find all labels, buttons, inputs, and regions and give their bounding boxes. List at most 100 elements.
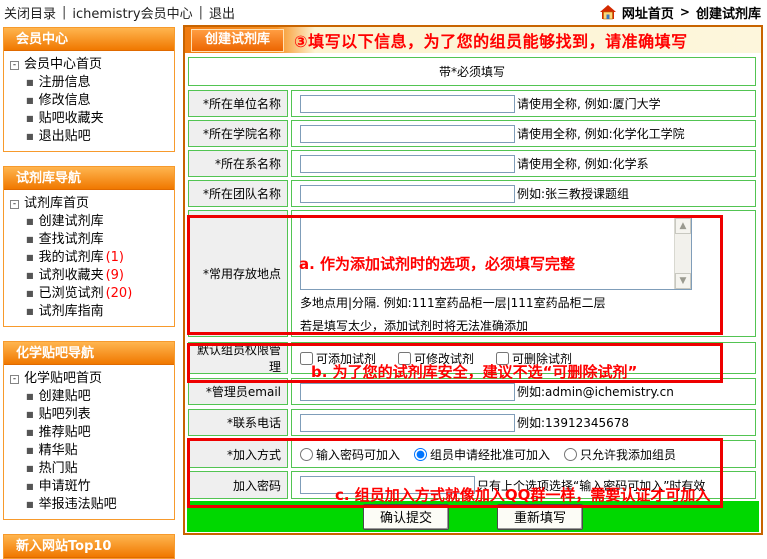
join-by-approval-radio[interactable] [414, 448, 427, 461]
join-by-password-option[interactable]: 输入密码可加入 [300, 446, 400, 463]
separator: | [199, 5, 203, 20]
sidebar-item-label: 申请斑竹 [39, 478, 91, 496]
admin-email-row: *管理员email 例如:admin@ichemistry.cn [188, 378, 756, 405]
join-by-owner-radio[interactable] [564, 448, 577, 461]
sidebar-panel-member: 会员中心 - 会员中心首页 ■ 注册信息 ■ 修改信息 ■ 贴吧收藏夹 ■ 退出… [3, 27, 175, 152]
required-note: 带*必须填写 [188, 57, 756, 86]
storage-location-textarea[interactable]: ▲ ▼ [300, 217, 692, 290]
admin-email-input[interactable] [300, 383, 515, 401]
join-by-password-radio[interactable] [300, 448, 313, 461]
bullet-icon: ■ [26, 74, 34, 92]
sidebar-item-tieba-favorites[interactable]: ■ 贴吧收藏夹 [10, 110, 172, 128]
team-name-input[interactable] [300, 185, 515, 203]
collapse-icon[interactable]: - [10, 375, 19, 384]
college-name-label: *所在学院名称 [188, 120, 288, 147]
submit-button[interactable]: 确认提交 [363, 504, 449, 530]
close-directory-link[interactable]: 关闭目录 [4, 3, 56, 22]
bullet-icon: ■ [26, 231, 34, 249]
sidebar-item-label: 创建试剂库 [39, 213, 104, 231]
join-method-row: *加入方式 输入密码可加入 组员申请经批准可加入 只允许我添加组员 [188, 440, 756, 468]
top-bar: 关闭目录 | ichemistry会员中心 | 退出 网址首页 > 创建试剂库 [0, 0, 767, 24]
bullet-icon: ■ [26, 285, 34, 303]
perm-modify-option[interactable]: 可修改试剂 [398, 350, 474, 367]
join-password-label: 加入密码 [188, 471, 288, 499]
sidebar-panel-reagent-nav: 试剂库导航 - 试剂库首页 ■ 创建试剂库 ■ 查找试剂库 ■ 我的试剂库 (1… [3, 166, 175, 327]
perm-add-checkbox[interactable] [300, 352, 313, 365]
bullet-icon: ■ [26, 442, 34, 460]
sidebar-item-reagent-home[interactable]: - 试剂库首页 [10, 195, 172, 213]
textarea-scrollbar[interactable]: ▲ ▼ [674, 218, 691, 289]
sidebar-panel-title: 新入网站Top10 [4, 535, 174, 558]
sidebar-item-apply-moderator[interactable]: ■ 申请斑竹 [10, 478, 172, 496]
phone-input[interactable] [300, 414, 515, 432]
reset-button[interactable]: 重新填写 [497, 504, 583, 530]
home-icon [600, 5, 616, 20]
bullet-icon: ■ [26, 406, 34, 424]
unit-name-input[interactable] [300, 95, 515, 113]
sidebar-panel-tieba-nav: 化学贴吧导航 - 化学贴吧首页 ■ 创建贴吧 ■ 贴吧列表 ■ 推荐贴吧 ■ 精… [3, 341, 175, 520]
sidebar-item-create-reagent-lib[interactable]: ■ 创建试剂库 [10, 213, 172, 231]
breadcrumb-home-link[interactable]: 网址首页 [622, 3, 674, 22]
tutorial-notice: ③填写以下信息，为了您的组员能够找到，请准确填写 [294, 28, 688, 52]
join-by-owner-option[interactable]: 只允许我添加组员 [564, 446, 676, 463]
collapse-icon[interactable]: - [10, 200, 19, 209]
join-password-hint: 只有上个选项选择“输入密码可加入”时有效 [477, 477, 705, 494]
perm-delete-checkbox[interactable] [496, 352, 509, 365]
perm-delete-option[interactable]: 可删除试剂 [496, 350, 572, 367]
phone-label: *联系电话 [188, 409, 288, 436]
logout-link[interactable]: 退出 [209, 3, 235, 22]
join-password-input[interactable] [300, 476, 475, 494]
unit-name-row: *所在单位名称 请使用全称, 例如:厦门大学 [188, 90, 756, 117]
perm-delete-label: 可删除试剂 [512, 350, 572, 367]
sidebar-item-register-info[interactable]: ■ 注册信息 [10, 74, 172, 92]
join-by-owner-label: 只允许我添加组员 [580, 446, 676, 463]
bullet-icon: ■ [26, 128, 34, 146]
bullet-icon: ■ [26, 460, 34, 478]
member-center-link[interactable]: ichemistry会员中心 [72, 3, 192, 22]
storage-location-label: *常用存放地点 [188, 210, 288, 337]
join-by-approval-option[interactable]: 组员申请经批准可加入 [414, 446, 550, 463]
sidebar-item-reagent-favorites[interactable]: ■ 试剂收藏夹 (9) [10, 267, 172, 285]
sidebar-item-tieba-list[interactable]: ■ 贴吧列表 [10, 406, 172, 424]
sidebar-item-label: 举报违法贴吧 [39, 496, 117, 514]
bullet-icon: ■ [26, 388, 34, 406]
sidebar-item-exit-tieba[interactable]: ■ 退出贴吧 [10, 128, 172, 146]
sidebar-item-recommended-tieba[interactable]: ■ 推荐贴吧 [10, 424, 172, 442]
sidebar-item-modify-info[interactable]: ■ 修改信息 [10, 92, 172, 110]
sidebar-item-my-reagent-lib[interactable]: ■ 我的试剂库 (1) [10, 249, 172, 267]
separator: | [62, 5, 66, 20]
sidebar-item-viewed-reagents[interactable]: ■ 已浏览试剂 (20) [10, 285, 172, 303]
sidebar-item-label: 试剂库指南 [39, 303, 104, 321]
sidebar-item-member-home[interactable]: - 会员中心首页 [10, 56, 172, 74]
sidebar-item-find-reagent-lib[interactable]: ■ 查找试剂库 [10, 231, 172, 249]
main-header: 创建试剂库 ③填写以下信息，为了您的组员能够找到，请准确填写 [185, 27, 761, 53]
sidebar-item-featured-posts[interactable]: ■ 精华贴 [10, 442, 172, 460]
breadcrumb-arrow-icon: > [680, 5, 690, 19]
sidebar-item-reagent-guide[interactable]: ■ 试剂库指南 [10, 303, 172, 321]
perm-add-option[interactable]: 可添加试剂 [300, 350, 376, 367]
sidebar-item-label: 热门贴 [39, 460, 78, 478]
department-name-label: *所在系名称 [188, 150, 288, 177]
department-name-input[interactable] [300, 155, 515, 173]
join-by-approval-label: 组员申请经批准可加入 [430, 446, 550, 463]
college-name-input[interactable] [300, 125, 515, 143]
sidebar-item-label: 我的试剂库 [39, 249, 104, 267]
bullet-icon: ■ [26, 267, 34, 285]
breadcrumb-current: 创建试剂库 [696, 3, 761, 22]
scroll-up-icon[interactable]: ▲ [675, 218, 691, 234]
sidebar: 会员中心 - 会员中心首页 ■ 注册信息 ■ 修改信息 ■ 贴吧收藏夹 ■ 退出… [3, 27, 175, 559]
sidebar-item-tieba-home[interactable]: - 化学贴吧首页 [10, 370, 172, 388]
bullet-icon: ■ [26, 496, 34, 514]
tab-create-reagent-lib[interactable]: 创建试剂库 [191, 29, 284, 52]
sidebar-item-report-illegal[interactable]: ■ 举报违法贴吧 [10, 496, 172, 514]
collapse-icon[interactable]: - [10, 61, 19, 70]
admin-email-label: *管理员email [188, 378, 288, 405]
sidebar-root-label: 会员中心首页 [24, 56, 102, 74]
scroll-down-icon[interactable]: ▼ [675, 273, 691, 289]
sidebar-item-hot-posts[interactable]: ■ 热门贴 [10, 460, 172, 478]
join-by-password-label: 输入密码可加入 [316, 446, 400, 463]
sidebar-panel-title: 会员中心 [4, 28, 174, 51]
count-badge: (20) [106, 285, 133, 303]
sidebar-item-create-tieba[interactable]: ■ 创建贴吧 [10, 388, 172, 406]
perm-modify-checkbox[interactable] [398, 352, 411, 365]
